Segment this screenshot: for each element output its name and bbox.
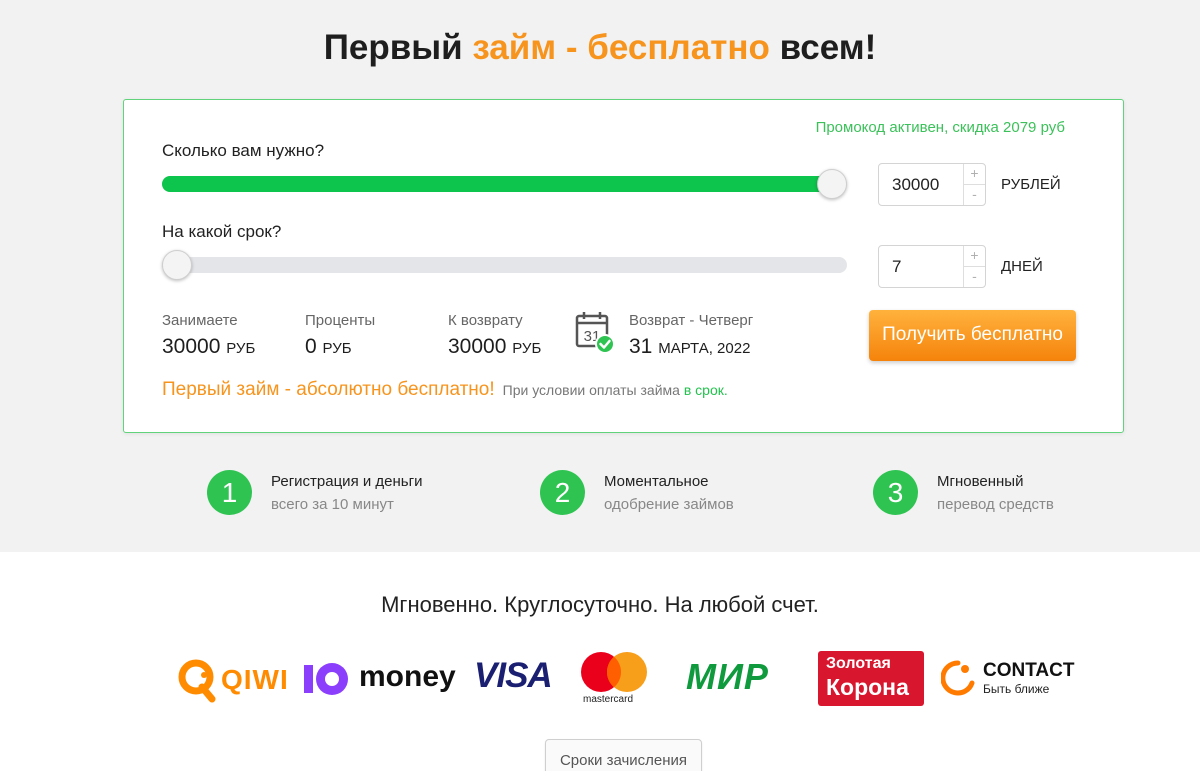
contact-tagline: Быть ближе — [983, 682, 1050, 696]
amount-unit: РУБЛЕЙ — [1001, 176, 1061, 193]
loan-calculator: Промокод активен, скидка 2079 руб Скольк… — [123, 99, 1124, 433]
return-date-day: 31 — [629, 335, 653, 358]
interest-label: Проценты — [305, 312, 376, 329]
yoomoney-icon — [304, 663, 348, 695]
amount-slider-handle[interactable] — [817, 169, 847, 199]
transfer-times-button[interactable]: Сроки зачисления — [545, 739, 702, 771]
interest-summary: Проценты 0 РУБ — [305, 312, 375, 359]
feature-subtitle: одобрение займов — [604, 496, 734, 513]
mastercard-icon — [581, 652, 647, 692]
term-slider-handle[interactable] — [162, 250, 192, 280]
free-loan-note: Первый займ - абсолютно бесплатно! При ус… — [162, 379, 728, 401]
promo-status: Промокод активен, скидка 2079 руб — [815, 119, 1065, 136]
zolotaya-korona-text-2: Корона — [826, 674, 909, 700]
amount-slider-fill — [162, 176, 832, 192]
note-sub-green: в срок. — [683, 382, 728, 398]
qiwi-text: QIWI — [221, 664, 289, 695]
page-title: Первый займ - бесплатно всем! — [323, 28, 877, 67]
term-slider[interactable] — [162, 250, 847, 280]
term-unit: ДНЕЙ — [1001, 258, 1043, 275]
return-label: К возврату — [448, 312, 523, 329]
return-date-rest: МАРТА, 2022 — [658, 340, 751, 357]
note-sub: При условии оплаты займа — [502, 382, 684, 398]
top-section: Первый займ - бесплатно всем! Промокод а… — [0, 0, 1200, 552]
borrow-unit: РУБ — [226, 340, 256, 357]
term-increase-button[interactable]: + — [964, 246, 985, 266]
amount-decrease-button[interactable]: - — [964, 184, 985, 204]
term-stepper: + - — [878, 245, 986, 288]
return-value: 30000 — [448, 335, 507, 358]
term-question: На какой срок? — [162, 222, 282, 241]
return-date: Возврат - Четверг 31 МАРТА, 2022 — [629, 312, 753, 359]
zolotaya-korona-text-1: Золотая — [826, 655, 891, 672]
feature-title: Моментальное — [604, 473, 709, 490]
qiwi-logo: QIWI — [176, 657, 291, 703]
mastercard-logo: mastercard — [579, 651, 651, 707]
amount-stepper: + - — [878, 163, 986, 206]
contact-text: CONTACT — [983, 660, 1075, 681]
note-main: Первый займ - абсолютно бесплатно! — [162, 379, 495, 400]
borrow-value: 30000 — [162, 335, 221, 358]
mastercard-text: mastercard — [583, 694, 634, 705]
return-unit: РУБ — [512, 340, 542, 357]
feature-subtitle: перевод средств — [937, 496, 1054, 513]
feature-number: 2 — [540, 470, 585, 515]
yoomoney-text: money — [359, 660, 456, 693]
term-decrease-button[interactable]: - — [964, 266, 985, 286]
amount-increase-button[interactable]: + — [964, 164, 985, 184]
yoomoney-logo: money — [304, 660, 459, 698]
feature-subtitle: всего за 10 минут — [271, 496, 394, 513]
amount-input[interactable] — [879, 164, 963, 205]
contact-logo: CONTACT Быть ближе — [941, 658, 1075, 700]
term-input[interactable] — [879, 246, 963, 287]
mir-logo: МИР — [686, 656, 769, 697]
feature-number: 3 — [873, 470, 918, 515]
interest-unit: РУБ — [322, 340, 352, 357]
payments-heading: Мгновенно. Круглосуточно. На любой счет. — [381, 592, 819, 617]
feature-number: 1 — [207, 470, 252, 515]
visa-logo: VISA — [474, 656, 553, 695]
interest-value: 0 — [305, 335, 317, 358]
return-summary: К возврату 30000 РУБ — [448, 312, 541, 359]
feature-title: Регистрация и деньги — [271, 473, 423, 490]
amount-slider[interactable] — [162, 169, 847, 199]
borrow-summary: Занимаете 30000 РУБ — [162, 312, 255, 359]
qiwi-icon — [178, 659, 216, 703]
amount-question: Сколько вам нужно? — [162, 141, 325, 160]
return-date-label: Возврат - Четверг — [629, 312, 754, 329]
calendar-check-icon: 31 — [575, 312, 615, 354]
feature-title: Мгновенный — [937, 473, 1024, 490]
borrow-label: Занимаете — [162, 312, 238, 329]
contact-icon — [941, 660, 975, 696]
get-free-loan-button[interactable]: Получить бесплатно — [869, 310, 1076, 361]
zolotaya-korona-logo: Золотая Корона — [818, 651, 924, 706]
